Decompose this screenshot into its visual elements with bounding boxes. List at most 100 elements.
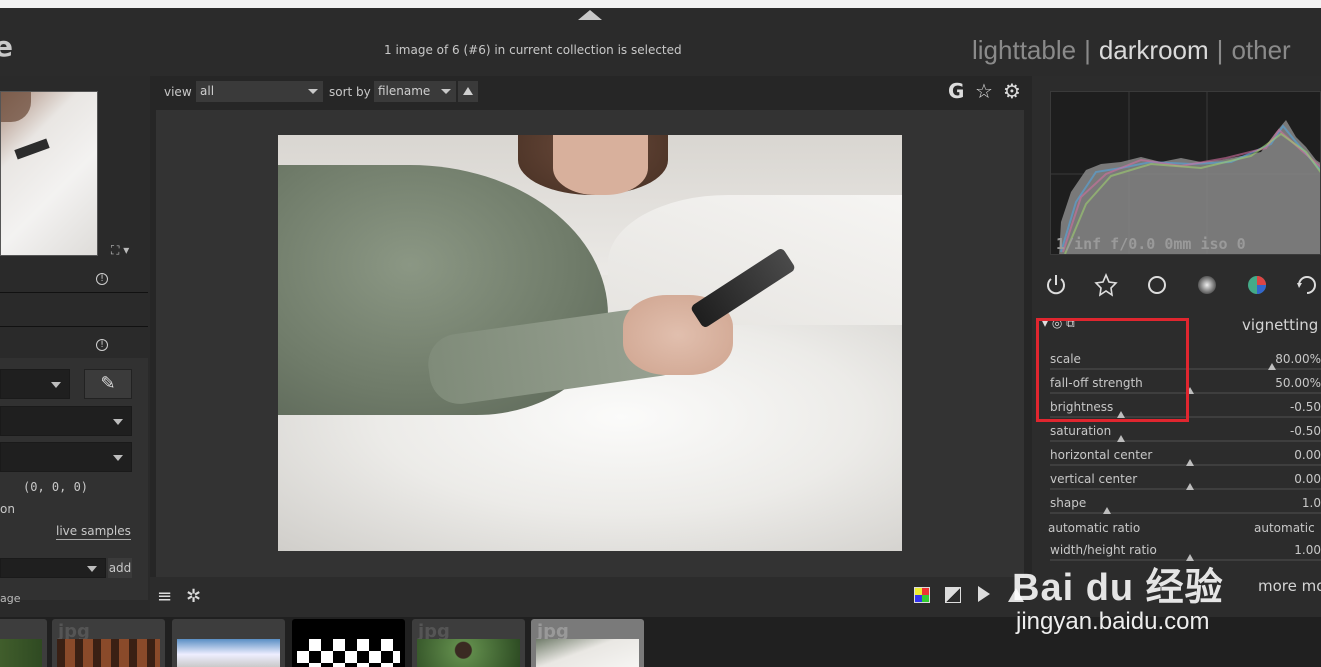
slider-saturation[interactable]: saturation -0.50 — [1048, 422, 1321, 446]
thumb-image — [417, 639, 520, 667]
thumb-phone — [14, 138, 50, 160]
softproof-icon[interactable] — [978, 586, 990, 602]
baidu-watermark-logo: Bai du 经验 — [1012, 556, 1224, 611]
view-separator: | — [1084, 35, 1091, 65]
exif-info: 1/inf f/0.0 0mm iso 0 — [1056, 235, 1246, 253]
slider-knob[interactable] — [1103, 507, 1111, 514]
main-image[interactable] — [278, 135, 902, 551]
color-assessment-icon[interactable] — [914, 587, 930, 603]
watermark-main-text: Bai du 经验 — [1012, 567, 1224, 609]
navigation-thumbnail[interactable] — [0, 91, 98, 256]
histogram[interactable] — [1050, 91, 1321, 255]
divider — [0, 292, 148, 293]
filmstrip-thumb[interactable]: jpg — [412, 619, 525, 667]
more-modules-button[interactable]: more mo — [1258, 577, 1321, 595]
slider-knob[interactable] — [1117, 435, 1125, 442]
filmstrip-thumb[interactable]: jpg — [52, 619, 165, 667]
collapse-top-panel-arrow-icon[interactable] — [578, 10, 602, 20]
histogram-graph — [1051, 92, 1320, 254]
slider-label: horizontal center — [1050, 448, 1153, 462]
live-samples-label: live samples — [56, 524, 131, 540]
info-icon[interactable]: ! — [96, 273, 108, 285]
slider-knob[interactable] — [1186, 459, 1194, 466]
expand-dropdown-icon[interactable]: ⛶ ▾ — [111, 243, 129, 258]
tone-group-icon[interactable] — [1194, 272, 1220, 298]
view-filter-combo[interactable]: all — [196, 81, 323, 102]
thumb-hair — [1, 92, 31, 122]
info-icon[interactable]: ! — [96, 339, 108, 351]
slider-value: -0.50 — [1289, 400, 1321, 414]
watermark-url: jingyan.baidu.com — [1016, 608, 1210, 635]
slider-label: vertical center — [1050, 472, 1138, 486]
chevron-down-icon — [113, 455, 123, 461]
overexposure-icon[interactable] — [945, 587, 961, 603]
view-switcher: lighttable | darkroom | other — [972, 35, 1291, 66]
hamburger-menu-icon[interactable]: ≡ — [157, 586, 172, 607]
slider-vertical-center[interactable]: vertical center 0.00 — [1048, 470, 1321, 494]
thumb-image — [0, 639, 42, 667]
divider — [0, 326, 148, 327]
collection-status-text: 1 image of 6 (#6) in current collection … — [384, 43, 682, 57]
styles-icon[interactable]: ✲ — [186, 586, 201, 607]
slider-label: width/height ratio — [1050, 543, 1157, 557]
sort-by-value: filename — [378, 84, 431, 98]
live-sample-combo[interactable] — [0, 558, 106, 578]
sort-label: sort by — [329, 85, 371, 99]
slider-horizontal-center[interactable]: horizontal center 0.00 — [1048, 446, 1321, 470]
chevron-down-icon — [308, 89, 318, 94]
basic-group-circle-icon[interactable] — [1144, 272, 1170, 298]
chevron-down-icon — [87, 566, 97, 572]
picker-mode-combo[interactable] — [0, 369, 70, 399]
slider-value: 1.0 — [1301, 496, 1321, 510]
image-label-fragment: age — [0, 592, 21, 605]
power-icon[interactable] — [1043, 272, 1069, 298]
picker-space-combo[interactable] — [0, 442, 132, 472]
rgb-readout: (0, 0, 0) — [23, 480, 89, 494]
automatic-ratio-row[interactable]: automatic ratio automatic — [1048, 521, 1321, 535]
slider-value: 50.00% — [1275, 376, 1321, 390]
thumb-image — [177, 639, 280, 667]
thumb-image — [536, 639, 639, 667]
view-darkroom[interactable]: darkroom — [1099, 35, 1209, 65]
add-sample-button[interactable]: add — [108, 558, 132, 578]
app-logo-fragment: e — [0, 30, 13, 63]
filmstrip-thumb-selected[interactable]: jpg — [531, 619, 644, 667]
color-picker-eyedropper-icon[interactable]: ✎ — [84, 369, 132, 399]
automatic-ratio-value: automatic — [1254, 521, 1315, 535]
automatic-ratio-label: automatic ratio — [1048, 521, 1141, 535]
slider-knob[interactable] — [1268, 363, 1276, 370]
chevron-down-icon — [113, 419, 123, 425]
module-title: vignetting — [1242, 316, 1319, 334]
slider-track — [1050, 440, 1321, 442]
filmstrip-thumb[interactable] — [0, 619, 47, 667]
thumb-image — [57, 639, 160, 667]
slider-value: 0.00 — [1294, 448, 1321, 462]
view-filter-value: all — [200, 84, 215, 98]
slider-label: shape — [1050, 496, 1087, 510]
slider-value: 1.00 — [1294, 543, 1321, 557]
sort-by-combo[interactable]: filename — [374, 81, 456, 102]
slider-track — [1050, 512, 1321, 514]
top-strip — [0, 0, 1321, 8]
filmstrip-thumb[interactable] — [172, 619, 285, 667]
grouping-g-icon[interactable]: G — [948, 79, 964, 103]
photo-face — [553, 135, 648, 195]
correct-group-rotate-icon[interactable] — [1294, 272, 1320, 298]
view-lighttable[interactable]: lighttable — [972, 35, 1076, 65]
favorites-star-icon[interactable] — [1093, 272, 1119, 298]
color-group-icon[interactable] — [1244, 272, 1270, 298]
slider-value: 80.00% — [1275, 352, 1321, 366]
restrict-histogram-label: on — [0, 502, 15, 516]
slider-shape[interactable]: shape 1.0 — [1048, 494, 1321, 518]
view-other[interactable]: other — [1231, 35, 1290, 65]
view-label: view — [164, 85, 192, 99]
gear-icon[interactable]: ⚙ — [1003, 79, 1021, 103]
thumb-image — [297, 639, 400, 667]
picker-type-combo[interactable] — [0, 406, 132, 436]
star-icon[interactable]: ☆ — [975, 79, 993, 103]
slider-knob[interactable] — [1186, 483, 1194, 490]
chevron-down-icon — [51, 382, 61, 388]
view-separator: | — [1216, 35, 1224, 65]
filmstrip-thumb[interactable] — [292, 619, 405, 667]
sort-direction-up-icon[interactable] — [458, 81, 478, 102]
